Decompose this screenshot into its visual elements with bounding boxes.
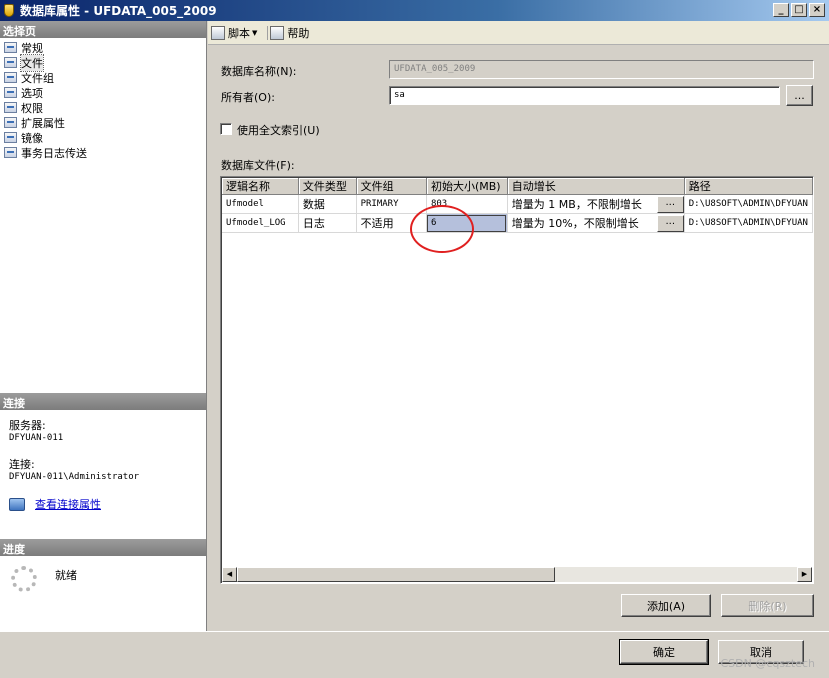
db-files-table: 逻辑名称 文件类型 文件组 初始大小(MB) 自动增长 路径 Ufmodel 数…	[222, 178, 813, 233]
fulltext-label: 使用全文索引(U)	[237, 124, 320, 137]
owner-browse-button[interactable]: ...	[786, 85, 813, 106]
nav-item-files[interactable]: 文件	[0, 53, 206, 72]
left-pane: 选择页 常规 文件 文件组 选项 权限 扩展属性 镜像 事务日志传送 连接 服务…	[0, 21, 207, 631]
db-name-field: UFDATA_005_2009	[389, 60, 814, 79]
column-header-filegroup[interactable]: 文件组	[356, 178, 427, 195]
script-button[interactable]: 脚本 ▼	[211, 25, 261, 41]
owner-field[interactable]: sa	[389, 86, 780, 105]
cell-logical-name[interactable]: Ufmodel	[222, 194, 299, 214]
owner-label: 所有者(O):	[221, 91, 275, 104]
table-row[interactable]: Ufmodel_LOG 日志 不适用 6 增量为 10%，不限制增长 ... D…	[222, 213, 813, 233]
db-name-label: 数据库名称(N):	[221, 65, 297, 78]
page-icon	[4, 132, 17, 143]
table-header-row: 逻辑名称 文件类型 文件组 初始大小(MB) 自动增长 路径	[222, 178, 813, 195]
nav-item-label: 镜像	[21, 131, 43, 145]
add-button[interactable]: 添加(A)	[621, 594, 711, 617]
ok-button[interactable]: 确定	[619, 639, 709, 665]
cell-file-type[interactable]: 数据	[298, 194, 357, 214]
nav-item-label: 常规	[21, 41, 43, 55]
autogrowth-text: 增量为 10%，不限制增长	[511, 217, 639, 230]
page-icon	[4, 147, 17, 158]
help-icon	[270, 25, 285, 40]
fulltext-checkbox[interactable]	[220, 123, 232, 135]
column-header-path[interactable]: 路径	[684, 178, 813, 195]
cell-autogrowth[interactable]: 增量为 10%，不限制增长 ...	[507, 213, 685, 233]
progress-header: 进度	[0, 539, 206, 556]
annotation-circle	[410, 205, 474, 253]
nav-item-label: 事务日志传送	[21, 146, 87, 160]
connection-label: 连接:	[9, 458, 35, 471]
connection-value: DFYUAN-011\Administrator	[9, 472, 140, 482]
chevron-down-icon[interactable]: ▼	[252, 29, 257, 37]
page-icon	[4, 72, 17, 83]
nav-item-label: 文件	[20, 53, 44, 72]
page-icon	[4, 42, 17, 53]
page-list: 常规 文件 文件组 选项 权限 扩展属性 镜像 事务日志传送	[0, 38, 206, 160]
nav-item-filegroups[interactable]: 文件组	[0, 70, 206, 85]
progress-status: 就绪	[55, 569, 77, 582]
dialog-button-bar: 确定 取消 CSDN @cqsztech	[0, 631, 829, 678]
window-title: 数据库属性 - UFDATA_005_2009	[20, 4, 217, 18]
nav-item-label: 选项	[21, 86, 43, 100]
minimize-button[interactable]: _	[773, 3, 789, 17]
server-value: DFYUAN-011	[9, 433, 64, 443]
progress-section: 进度 就绪	[0, 539, 206, 592]
view-connection-properties-link[interactable]: 查看连接属性	[9, 498, 206, 511]
window-controls: _ □ ×	[773, 3, 825, 17]
nav-item-label: 文件组	[21, 71, 54, 85]
cell-path[interactable]: D:\U8SOFT\ADMIN\DFYUAN	[684, 213, 813, 233]
column-header-logical-name[interactable]: 逻辑名称	[222, 178, 299, 195]
cell-autogrowth[interactable]: 增量为 1 MB，不限制增长 ...	[507, 194, 685, 214]
db-files-grid[interactable]: 逻辑名称 文件类型 文件组 初始大小(MB) 自动增长 路径 Ufmodel 数…	[220, 176, 814, 584]
server-properties-icon	[9, 498, 25, 511]
script-icon	[211, 25, 225, 40]
nav-item-mirroring[interactable]: 镜像	[0, 130, 206, 145]
script-label: 脚本	[228, 26, 250, 40]
autogrowth-edit-button[interactable]: ...	[656, 214, 684, 232]
progress-spinner-icon	[11, 566, 37, 592]
window-titlebar[interactable]: 数据库属性 - UFDATA_005_2009 _ □ ×	[0, 0, 829, 21]
column-header-file-type[interactable]: 文件类型	[298, 178, 357, 195]
column-header-autogrowth[interactable]: 自动增长	[507, 178, 685, 195]
main-content: 数据库名称(N): UFDATA_005_2009 所有者(O): sa ...…	[208, 45, 829, 631]
horizontal-scrollbar[interactable]: ◀ ▶	[222, 567, 812, 582]
nav-item-options[interactable]: 选项	[0, 85, 206, 100]
nav-item-label: 扩展属性	[21, 116, 65, 130]
page-icon	[4, 117, 17, 128]
autogrowth-text: 增量为 1 MB，不限制增长	[511, 198, 642, 211]
link-label: 查看连接属性	[35, 497, 101, 511]
toolbar-separator	[267, 25, 269, 40]
autogrowth-edit-button[interactable]: ...	[656, 195, 684, 213]
help-button[interactable]: 帮助	[270, 25, 309, 41]
nav-item-extended-properties[interactable]: 扩展属性	[0, 115, 206, 130]
scroll-left-icon[interactable]: ◀	[222, 567, 237, 582]
scroll-right-icon[interactable]: ▶	[797, 567, 812, 582]
cell-path[interactable]: D:\U8SOFT\ADMIN\DFYUAN	[684, 194, 813, 214]
column-header-initial-size[interactable]: 初始大小(MB)	[426, 178, 508, 195]
page-icon	[4, 102, 17, 113]
watermark: CSDN @cqsztech	[720, 657, 816, 670]
db-files-label: 数据库文件(F):	[221, 159, 295, 172]
help-label: 帮助	[287, 26, 310, 40]
server-label: 服务器:	[9, 419, 46, 432]
nav-item-log-shipping[interactable]: 事务日志传送	[0, 145, 206, 160]
cell-logical-name[interactable]: Ufmodel_LOG	[222, 213, 299, 233]
select-page-header: 选择页	[0, 21, 206, 38]
remove-button: 删除(R)	[721, 594, 814, 617]
nav-item-permissions[interactable]: 权限	[0, 100, 206, 115]
close-button[interactable]: ×	[809, 3, 825, 17]
cell-filegroup[interactable]: PRIMARY	[356, 194, 427, 214]
page-icon	[4, 87, 17, 98]
database-icon	[4, 4, 14, 17]
nav-item-label: 权限	[21, 101, 43, 115]
connection-header: 连接	[0, 393, 206, 410]
scrollbar-thumb[interactable]	[237, 567, 555, 582]
nav-item-general[interactable]: 常规	[0, 40, 206, 55]
cell-file-type[interactable]: 日志	[298, 213, 357, 233]
maximize-button[interactable]: □	[791, 3, 807, 17]
table-row[interactable]: Ufmodel 数据 PRIMARY 803 增量为 1 MB，不限制增长 ..…	[222, 194, 813, 214]
page-icon	[4, 57, 17, 68]
toolbar: 脚本 ▼ 帮助	[208, 21, 829, 45]
connection-section: 连接 服务器: DFYUAN-011 连接: DFYUAN-011\Admini…	[0, 393, 206, 511]
